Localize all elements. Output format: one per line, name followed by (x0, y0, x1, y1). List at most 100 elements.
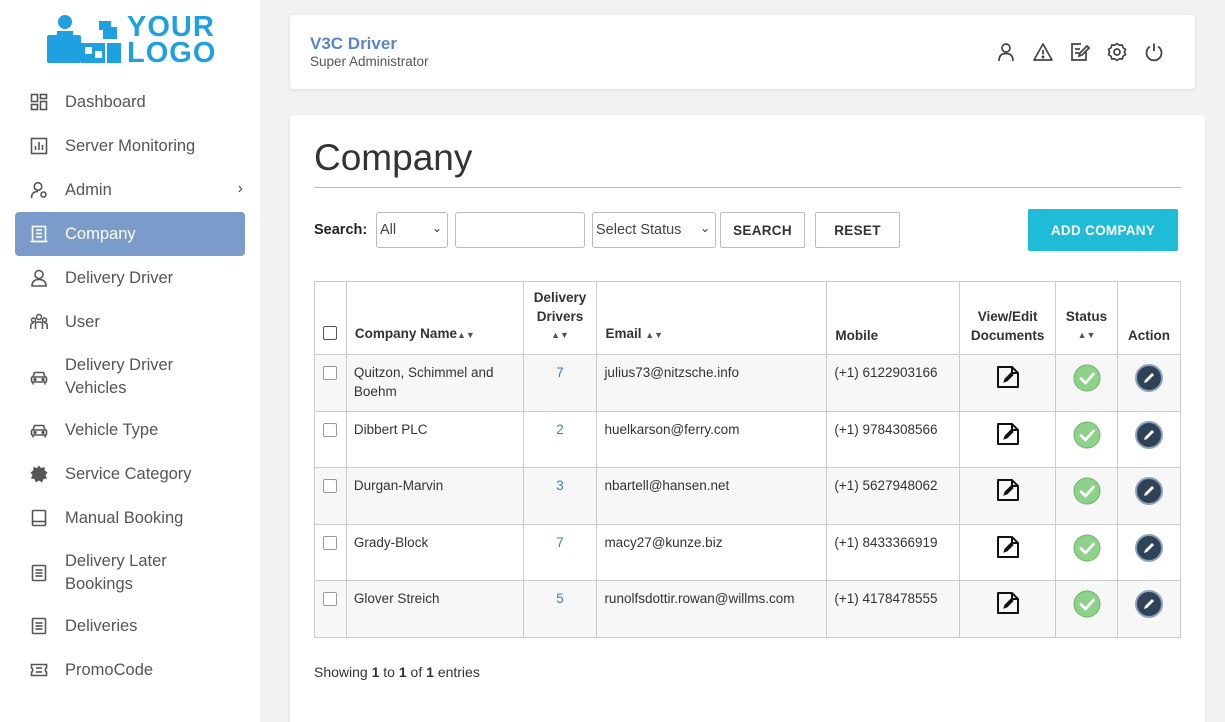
search-input[interactable] (455, 212, 585, 248)
table-row: Dibbert PLC 2 huelkarson@ferry.com (+1) 978… (314, 410, 1182, 468)
edit-action-icon[interactable] (1134, 420, 1163, 452)
document-edit-icon[interactable] (995, 479, 1021, 506)
info-text: to (383, 664, 395, 680)
action-cell (1116, 467, 1182, 525)
table-header-row: Company Name▲▼ Delivery Drivers ▲▼ Email… (314, 281, 1182, 355)
select-all-checkbox[interactable] (323, 326, 338, 340)
column-email[interactable]: Email ▲▼ (596, 281, 828, 355)
column-company-name[interactable]: Company Name▲▼ (345, 281, 524, 355)
app-title: V3C Driver (310, 34, 397, 53)
sidebar-item-delivery-driver-vehicles[interactable]: Delivery Driver Vehicles (15, 350, 245, 404)
logo[interactable]: YOUR LOGO (45, 12, 216, 68)
row-checkbox[interactable] (323, 535, 338, 550)
status-active-icon[interactable] (1073, 421, 1101, 452)
email-cell: julius73@nitzsche.info (596, 354, 828, 412)
document-edit-icon[interactable] (995, 535, 1021, 563)
sidebar-item-admin[interactable]: Admin › (15, 168, 245, 212)
drivers-count-link[interactable]: 2 (556, 422, 564, 437)
mobile: (+1) 8433366919 (834, 534, 938, 550)
document-edit-icon[interactable] (995, 592, 1021, 619)
info-text: of (410, 664, 423, 680)
column-status[interactable]: Status ▲▼ (1055, 281, 1118, 355)
gear-icon (29, 464, 49, 484)
status-active-icon[interactable] (1073, 477, 1101, 508)
company-name: Dibbert PLC (353, 421, 428, 437)
drivers-count-link[interactable]: 5 (556, 591, 564, 606)
document-edit-icon[interactable] (995, 422, 1021, 450)
power-icon[interactable] (1143, 41, 1165, 63)
sidebar-item-manual-booking[interactable]: Manual Booking (15, 496, 245, 540)
sidebar-item-user[interactable]: User (15, 300, 245, 344)
sidebar-item-service-category[interactable]: Service Category (15, 452, 245, 496)
search-field-select[interactable]: All ⌄ (376, 212, 448, 248)
email: runolfsdottir.rowan@willms.com (604, 591, 795, 606)
edit-action-icon[interactable] (1134, 533, 1163, 565)
drivers-count-link[interactable]: 7 (556, 365, 564, 380)
document-edit-icon[interactable] (995, 366, 1021, 393)
column-delivery-drivers[interactable]: Delivery Drivers ▲▼ (522, 281, 598, 355)
mobile: (+1) 9784308566 (834, 421, 938, 437)
sidebar-item-label: Dashboard (65, 92, 146, 111)
drivers-count-cell: 7 (522, 354, 598, 412)
sidebar-item-company[interactable]: Company (15, 212, 245, 256)
search-label: Search: (314, 222, 368, 238)
email: julius73@nitzsche.info (604, 365, 739, 380)
sidebar-item-dashboard[interactable]: Dashboard (15, 80, 245, 124)
list-icon (29, 616, 49, 636)
search-toolbar: Search: All ⌄ Select Status ⌄ SEARCH RES… (314, 209, 1181, 251)
search-button[interactable]: SEARCH (720, 212, 805, 248)
edit-action-icon[interactable] (1134, 477, 1163, 508)
sidebar-item-deliveries[interactable]: Deliveries (15, 604, 245, 648)
status-cell (1055, 354, 1118, 412)
row-checkbox[interactable] (323, 479, 338, 493)
column-label: Company Name (354, 326, 457, 341)
edit-action-icon[interactable] (1134, 590, 1163, 621)
sidebar-item-label: Company (65, 224, 136, 243)
sidebar-item-label: Delivery Later Bookings (65, 552, 167, 593)
driver-icon (29, 268, 49, 288)
sidebar-item-label: Delivery Driver Vehicles (65, 356, 174, 397)
sidebar-item-server-monitoring[interactable]: Server Monitoring (15, 124, 245, 168)
status-cell (1055, 580, 1118, 638)
title-divider (314, 187, 1181, 188)
drivers-count-link[interactable]: 7 (556, 535, 564, 550)
sidebar-item-label: Manual Booking (65, 508, 184, 527)
edit-note-icon[interactable] (1069, 41, 1091, 63)
warning-icon[interactable] (1032, 41, 1054, 63)
sidebar-item-promocode[interactable]: PromoCode (15, 648, 245, 692)
sidebar-item-label: User (65, 312, 100, 331)
email-cell: runolfsdottir.rowan@willms.com (596, 580, 828, 638)
status-active-icon[interactable] (1073, 534, 1101, 565)
company-name-cell: Quitzon, Schimmel and Boehm (345, 354, 524, 412)
info-text: entries (437, 664, 480, 680)
edit-action-icon[interactable] (1134, 364, 1163, 395)
chevron-down-icon: ⌄ (431, 221, 442, 235)
status-active-icon[interactable] (1073, 364, 1101, 395)
sort-icon: ▲▼ (551, 330, 569, 340)
add-company-button[interactable]: ADD COMPANY (1028, 209, 1178, 251)
status-active-icon[interactable] (1073, 590, 1101, 621)
chart-icon (29, 136, 49, 156)
row-checkbox[interactable] (323, 592, 338, 606)
mobile-cell: (+1) 4178478555 (826, 580, 961, 638)
documents-cell (959, 467, 1057, 525)
sidebar-item-delivery-driver[interactable]: Delivery Driver (15, 256, 245, 300)
documents-cell (959, 410, 1057, 468)
sidebar-item-label: Delivery Driver (65, 268, 174, 287)
column-label: Drivers (536, 309, 584, 324)
column-label: Action (1127, 328, 1170, 343)
table-row: Glover Streich 5 runolfsdottir.rowan@willm… (314, 580, 1182, 638)
drivers-count-link[interactable]: 3 (556, 478, 564, 493)
reset-button[interactable]: RESET (815, 212, 900, 248)
mobile: (+1) 6122903166 (834, 365, 938, 380)
row-checkbox[interactable] (323, 366, 338, 380)
status-select[interactable]: Select Status ⌄ (592, 212, 716, 248)
company-name-cell: Grady-Block (345, 523, 524, 581)
sidebar-item-vehicle-type[interactable]: Vehicle Type (15, 408, 245, 452)
settings-icon[interactable] (1106, 41, 1128, 63)
sidebar-item-delivery-later-bookings[interactable]: Delivery Later Bookings (15, 546, 245, 600)
row-checkbox[interactable] (323, 422, 338, 437)
email: huelkarson@ferry.com (604, 421, 740, 437)
user-icon[interactable] (995, 41, 1017, 63)
company-name-cell: Dibbert PLC (345, 410, 524, 468)
